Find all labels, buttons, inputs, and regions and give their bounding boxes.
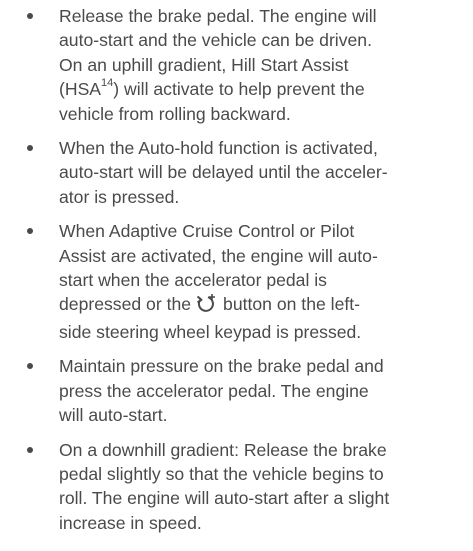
text-line-with-icon: depressed or the button on the left-: [59, 292, 463, 319]
text-line: On an uphill gradient, Hill Start Assist: [59, 54, 349, 75]
list-item-downhill: On a downhill gradient: Release the brak…: [0, 438, 473, 536]
list-item-adaptive-cruise: When Adaptive Cruise Control or Pilot As…: [0, 219, 473, 344]
bullet-icon: [27, 446, 33, 453]
list-item-auto-hold: When the Auto-hold function is activated…: [0, 136, 473, 209]
text-line: roll. The engine will auto-start after a…: [59, 488, 390, 509]
bullet-icon: [27, 363, 33, 370]
bullet-icon: [27, 145, 33, 152]
text-line: On a downhill gradient: Release the brak…: [59, 439, 387, 460]
text-line: will auto-start.: [59, 405, 168, 426]
text-line: auto-start will be delayed until the acc…: [59, 162, 388, 183]
text-fragment: (HSA: [59, 79, 102, 100]
text-line: Assist are activated, the engine will au…: [59, 245, 378, 266]
text-line-with-footnote: (HSA14) will activate to help prevent th…: [59, 77, 463, 101]
text-line: start when the accelerator pedal is: [59, 270, 327, 291]
text-line: ator is pressed.: [59, 186, 180, 207]
text-line: vehicle from rolling backward.: [59, 103, 291, 124]
list-item-release-brake: Release the brake pedal. The engine will…: [0, 4, 473, 126]
bullet-list: Release the brake pedal. The engine will…: [0, 4, 473, 535]
bullet-icon: [27, 13, 33, 19]
list-item-maintain-pressure: Maintain pressure on the brake pedal and…: [0, 354, 473, 427]
text-line: Maintain pressure on the brake pedal and: [59, 356, 384, 377]
text-line: press the accelerator pedal. The engine: [59, 380, 369, 401]
text-line: When Adaptive Cruise Control or Pilot: [59, 221, 355, 242]
text-line: Release the brake pedal. The engine will: [59, 6, 377, 26]
text-fragment: button on the left-: [223, 294, 360, 315]
bullet-icon: [27, 228, 33, 235]
text-fragment: depressed or the: [59, 294, 192, 315]
text-line: auto-start and the vehicle can be driven…: [59, 30, 372, 51]
resume-button-icon: [195, 293, 217, 319]
text-line: pedal slightly so that the vehicle begin…: [59, 463, 384, 484]
text-line: When the Auto-hold function is activated…: [59, 138, 378, 159]
footnote-reference: 14: [101, 77, 114, 90]
document-page: Release the brake pedal. The engine will…: [0, 0, 473, 551]
text-fragment: ) will activate to help prevent the: [113, 79, 365, 100]
text-line: increase in speed.: [59, 512, 202, 533]
text-line: side steering wheel keypad is pressed.: [59, 321, 362, 342]
